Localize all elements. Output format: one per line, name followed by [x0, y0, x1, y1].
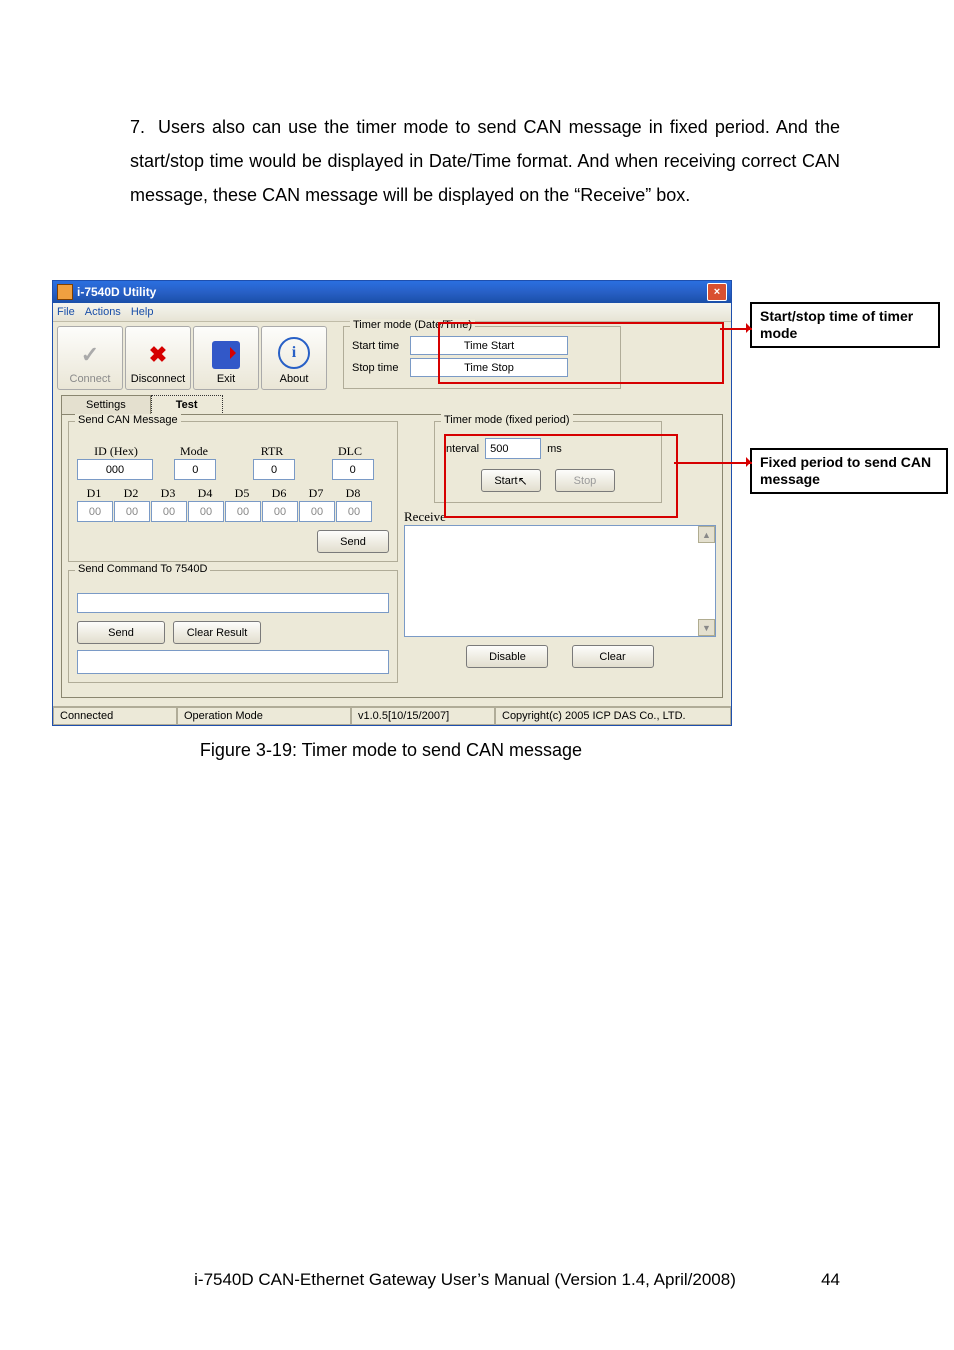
d-input[interactable]: [114, 501, 150, 522]
stop-time-label: Stop time: [352, 362, 406, 374]
tab-test[interactable]: Test: [151, 395, 223, 415]
d-label: D7: [299, 486, 333, 501]
d-label: D1: [77, 486, 111, 501]
status-connected: Connected: [53, 707, 177, 725]
tab-settings[interactable]: Settings: [61, 395, 151, 415]
info-icon: [278, 337, 310, 369]
result-field: [77, 650, 389, 674]
statusbar: Connected Operation Mode v1.0.5[10/15/20…: [53, 706, 731, 725]
id-label: ID (Hex): [77, 444, 155, 459]
page-number: 44: [800, 1270, 840, 1290]
exit-button[interactable]: Exit: [193, 326, 259, 390]
disconnect-label: Disconnect: [131, 373, 185, 385]
clear-button[interactable]: Clear: [572, 645, 654, 668]
connect-label: Connect: [70, 373, 111, 385]
d-input[interactable]: [336, 501, 372, 522]
window-title: i-7540D Utility: [77, 285, 156, 299]
d-label: D2: [114, 486, 148, 501]
d-input[interactable]: [225, 501, 261, 522]
mode-label: Mode: [155, 444, 233, 459]
scroll-up-icon[interactable]: ▲: [698, 526, 715, 543]
status-version: v1.0.5[10/15/2007]: [351, 707, 495, 725]
send-cmd-button[interactable]: Send: [77, 621, 165, 644]
send-cmd-group: Send Command To 7540D Send Clear Result: [68, 570, 398, 683]
x-icon: [144, 341, 172, 369]
arrow-1-head: [746, 323, 756, 333]
app-icon: [57, 284, 73, 300]
status-copyright: Copyright(c) 2005 ICP DAS Co., LTD.: [495, 707, 731, 725]
disconnect-button[interactable]: Disconnect: [125, 326, 191, 390]
rtr-input[interactable]: [253, 459, 295, 480]
menu-actions[interactable]: Actions: [85, 306, 121, 318]
highlight-timer-fixed: [444, 434, 678, 518]
mode-input[interactable]: [174, 459, 216, 480]
d-input[interactable]: [188, 501, 224, 522]
d-input[interactable]: [151, 501, 187, 522]
highlight-timer-date: [438, 322, 724, 384]
check-icon: [76, 341, 104, 369]
disable-button[interactable]: Disable: [466, 645, 548, 668]
d-label: D6: [262, 486, 296, 501]
d-input[interactable]: [77, 501, 113, 522]
arrow-2-head: [746, 457, 756, 467]
callout-fixed-period: Fixed period to send CAN message: [750, 448, 948, 494]
exit-label: Exit: [217, 373, 235, 385]
rtr-label: RTR: [233, 444, 311, 459]
titlebar: i-7540D Utility ×: [53, 281, 731, 303]
receive-box[interactable]: ▲ ▼: [404, 525, 716, 637]
exit-icon: [212, 341, 240, 369]
close-icon[interactable]: ×: [707, 283, 727, 301]
dlc-label: DLC: [311, 444, 389, 459]
status-mode: Operation Mode: [177, 707, 351, 725]
paragraph-text: Users also can use the timer mode to sen…: [130, 117, 840, 205]
d-label: D5: [225, 486, 259, 501]
menu-help[interactable]: Help: [131, 306, 154, 318]
id-input[interactable]: [77, 459, 153, 480]
d-input[interactable]: [299, 501, 335, 522]
connect-button[interactable]: Connect: [57, 326, 123, 390]
timer-fixed-legend: Timer mode (fixed period): [441, 414, 573, 426]
send-cmd-legend: Send Command To 7540D: [75, 563, 210, 575]
footer-text: i-7540D CAN-Ethernet Gateway User’s Manu…: [130, 1270, 800, 1290]
d-label: D8: [336, 486, 370, 501]
clear-result-button[interactable]: Clear Result: [173, 621, 261, 644]
about-button[interactable]: About: [261, 326, 327, 390]
list-number: 7.: [130, 110, 158, 144]
d-label: D3: [151, 486, 185, 501]
send-can-button[interactable]: Send: [317, 530, 389, 553]
send-can-legend: Send CAN Message: [75, 414, 181, 426]
cmd-input[interactable]: [77, 593, 389, 613]
about-label: About: [280, 373, 309, 385]
scroll-down-icon[interactable]: ▼: [698, 619, 715, 636]
menu-file[interactable]: File: [57, 306, 75, 318]
figure-caption: Figure 3-19: Timer mode to send CAN mess…: [52, 740, 730, 761]
d-input[interactable]: [262, 501, 298, 522]
callout-timer-mode: Start/stop time of timer mode: [750, 302, 940, 348]
send-can-group: Send CAN Message ID (Hex) Mode RTR DLC D…: [68, 421, 398, 562]
arrow-2: [674, 462, 752, 464]
start-time-label: Start time: [352, 340, 406, 352]
dlc-input[interactable]: [332, 459, 374, 480]
d-label: D4: [188, 486, 222, 501]
